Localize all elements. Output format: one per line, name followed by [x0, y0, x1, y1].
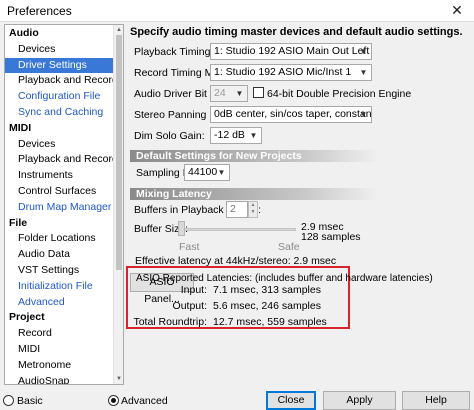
asio-latency-highlight: ASIO Reported Latencies: (includes buffe… [126, 266, 433, 329]
panel-header: Specify audio timing master devices and … [130, 26, 463, 38]
pan-law-select[interactable]: 0dB center, sin/cos taper, constant powe… [210, 106, 372, 123]
tree-category-file[interactable]: File [5, 216, 114, 231]
dim-solo-value: -12 dB [214, 129, 245, 141]
tree-item-initialization-file[interactable]: Initialization File [5, 279, 114, 294]
chevron-down-icon: ▼ [235, 89, 244, 98]
tree-item-midi[interactable]: MIDI [5, 342, 114, 357]
scroll-thumb[interactable] [116, 35, 122, 270]
chevron-down-icon: ▼ [359, 68, 368, 77]
basic-radio[interactable] [3, 395, 14, 406]
pan-law-value: 0dB center, sin/cos taper, constant powe… [214, 108, 372, 120]
tree-category-midi[interactable]: MIDI [5, 121, 114, 136]
double-precision-label: 64-bit Double Precision Engine [267, 88, 412, 100]
close-button[interactable]: Close [266, 391, 316, 410]
bit-depth-select[interactable]: 24 ▼ [210, 85, 248, 102]
tree-category-audio[interactable]: Audio [5, 26, 114, 41]
record-master-value: 1: Studio 192 ASIO Mic/Inst 1 [214, 66, 352, 78]
tree-item-audio-data[interactable]: Audio Data [5, 247, 114, 262]
scroll-up-icon[interactable]: ▲ [114, 25, 123, 35]
window-title: Preferences [7, 4, 72, 18]
tree-item-folder-locations[interactable]: Folder Locations [5, 231, 114, 246]
spin-up-icon[interactable]: ▲ [249, 202, 257, 209]
tree-scrollbar[interactable]: ▲ ▼ [113, 25, 123, 384]
tree-item-record[interactable]: Record [5, 326, 114, 341]
playback-master-value: 1: Studio 192 ASIO Main Out Left [214, 45, 370, 57]
title-bar: Preferences ✕ [0, 0, 474, 22]
dim-solo-label: Dim Solo Gain: [134, 130, 205, 142]
double-precision-checkbox[interactable] [253, 87, 264, 98]
buffer-size-slider-track[interactable] [178, 228, 296, 231]
apply-button[interactable]: Apply [323, 391, 396, 410]
output-latency-label: Output: [172, 300, 207, 312]
sampling-rate-select[interactable]: 44100 ▼ [184, 164, 230, 181]
tree-item-configuration-file[interactable]: Configuration File [5, 89, 114, 104]
dim-solo-select[interactable]: -12 dB ▼ [210, 127, 262, 144]
fast-label: Fast [179, 241, 200, 253]
tree-item-advanced[interactable]: Advanced [5, 295, 114, 310]
roundtrip-latency-value: 12.7 msec, 559 samples [213, 316, 327, 328]
latency-section-header: Mixing Latency [130, 188, 378, 200]
tree-item-sync-and-caching[interactable]: Sync and Caching [5, 105, 114, 120]
chevron-down-icon: ▼ [359, 110, 368, 119]
tree-item-vst-settings[interactable]: VST Settings [5, 263, 114, 278]
buffers-spinner[interactable]: ▲ ▼ [248, 201, 258, 218]
advanced-label: Advanced [121, 395, 168, 407]
tree-item-playback-and-recording[interactable]: Playback and Recording [5, 73, 123, 88]
record-master-select[interactable]: 1: Studio 192 ASIO Mic/Inst 1 ▼ [210, 64, 372, 81]
buffer-size-slider-thumb[interactable] [178, 221, 185, 236]
playback-master-select[interactable]: 1: Studio 192 ASIO Main Out Left ▼ [210, 43, 372, 60]
buffer-size-samples: 128 samples [301, 231, 361, 243]
input-latency-value: 7.1 msec, 313 samples [213, 284, 321, 296]
footer-bar: Basic Advanced Close Apply Help [0, 390, 474, 410]
defaults-section-header: Default Settings for New Projects [130, 150, 378, 162]
scroll-down-icon[interactable]: ▼ [114, 374, 123, 384]
tree-item-playback-and-recording[interactable]: Playback and Recording [5, 152, 123, 167]
roundtrip-latency-label: Total Roundtrip: [133, 316, 207, 328]
basic-label: Basic [17, 395, 43, 407]
asio-reported-label: ASIO Reported Latencies: (includes buffe… [136, 273, 433, 284]
preferences-tree: Audio Devices Driver Settings Playback and … [4, 24, 124, 385]
buffers-input[interactable]: 2 [226, 201, 248, 218]
input-latency-label: Input: [180, 284, 207, 296]
advanced-radio[interactable] [108, 395, 119, 406]
close-window-icon[interactable]: ✕ [440, 0, 474, 22]
chevron-down-icon: ▼ [249, 131, 258, 140]
tree-item-metronome[interactable]: Metronome [5, 358, 114, 373]
chevron-down-icon: ▼ [359, 47, 368, 56]
safe-label: Safe [278, 241, 300, 253]
chevron-down-icon: ▼ [217, 168, 226, 177]
bit-depth-value: 24 [214, 87, 226, 99]
tree-item-devices[interactable]: Devices [5, 137, 114, 152]
help-button[interactable]: Help [402, 391, 470, 410]
tree-item-driver-settings[interactable]: Driver Settings [5, 58, 114, 73]
tree-item-instruments[interactable]: Instruments [5, 168, 114, 183]
output-latency-value: 5.6 msec, 246 samples [213, 300, 321, 312]
tree-item-audiosnap[interactable]: AudioSnap [5, 374, 114, 384]
tree-item-devices[interactable]: Devices [5, 42, 114, 57]
spin-down-icon[interactable]: ▼ [249, 209, 257, 216]
tree-item-control-surfaces[interactable]: Control Surfaces [5, 184, 114, 199]
tree-category-project[interactable]: Project [5, 310, 114, 325]
sampling-rate-value: 44100 [188, 166, 218, 178]
tree-item-drum-map-manager[interactable]: Drum Map Manager [5, 200, 114, 215]
driver-settings-panel: Specify audio timing master devices and … [126, 24, 473, 385]
